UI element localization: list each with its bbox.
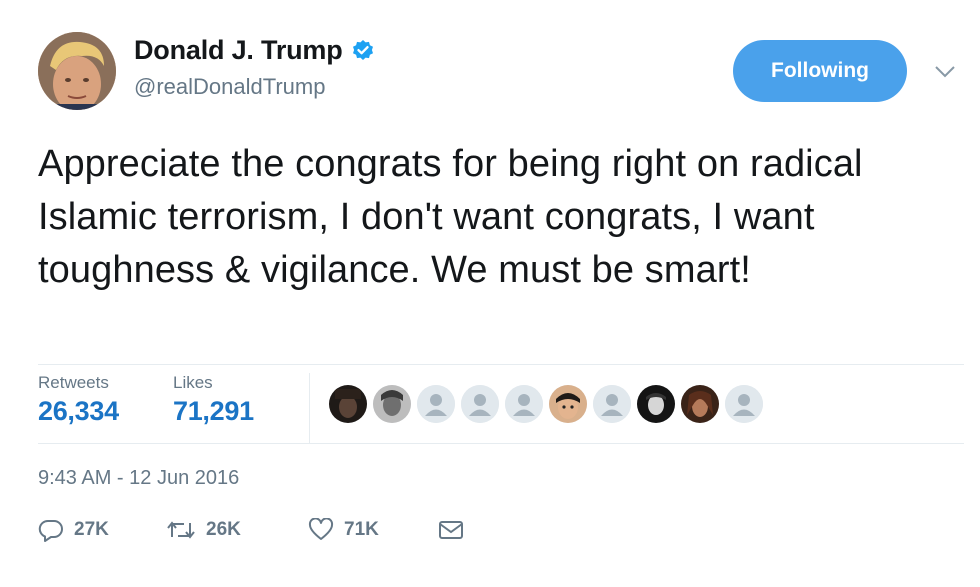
retweets-label: Retweets <box>38 373 109 392</box>
liker-avatar[interactable] <box>549 385 587 423</box>
like-button[interactable]: 71K <box>308 518 438 542</box>
avatar-image <box>38 32 116 110</box>
liker-avatar[interactable] <box>373 385 411 423</box>
liker-avatar[interactable] <box>329 385 367 423</box>
author-name-row: Donald J. Trump <box>134 35 375 66</box>
direct-message-button[interactable] <box>438 519 464 541</box>
tweet-text: Appreciate the congrats for being right … <box>38 143 863 291</box>
like-count: 71K <box>344 519 379 540</box>
retweets-stat[interactable]: Retweets 26,334 <box>38 373 119 427</box>
liker-avatar[interactable] <box>681 385 719 423</box>
likers-avatars <box>329 385 763 423</box>
author-handle[interactable]: @realDonaldTrump <box>134 74 325 100</box>
liker-avatar[interactable] <box>637 385 675 423</box>
reply-icon <box>38 519 63 542</box>
retweet-button[interactable]: 26K <box>166 518 308 542</box>
author-display-name[interactable]: Donald J. Trump <box>134 35 343 66</box>
default-avatar-icon[interactable] <box>417 385 455 423</box>
default-avatar-icon[interactable] <box>505 385 543 423</box>
tweet-timestamp[interactable]: 9:43 AM - 12 Jun 2016 <box>38 467 239 490</box>
likes-stat[interactable]: Likes 71,291 <box>173 373 254 427</box>
tweet-actions: 27K 26K 71K <box>38 518 464 542</box>
default-avatar-icon[interactable] <box>593 385 631 423</box>
stats-divider <box>309 373 310 443</box>
author-avatar[interactable] <box>38 32 116 110</box>
default-avatar-icon[interactable] <box>725 385 763 423</box>
heart-icon <box>308 518 334 540</box>
reply-button[interactable]: 27K <box>38 518 166 542</box>
chevron-down-icon[interactable] <box>934 64 956 80</box>
tweet-stats: Retweets 26,334 Likes 71,291 <box>38 364 964 444</box>
likes-count: 71,291 <box>173 396 254 426</box>
default-avatar-icon[interactable] <box>461 385 499 423</box>
likes-label: Likes <box>173 373 213 392</box>
following-button[interactable]: Following <box>733 40 907 102</box>
retweet-icon <box>167 521 195 539</box>
reply-count: 27K <box>74 519 109 540</box>
retweets-count: 26,334 <box>38 396 119 426</box>
verified-badge-icon <box>352 39 373 60</box>
retweet-count: 26K <box>206 519 241 540</box>
envelope-icon <box>439 521 463 539</box>
